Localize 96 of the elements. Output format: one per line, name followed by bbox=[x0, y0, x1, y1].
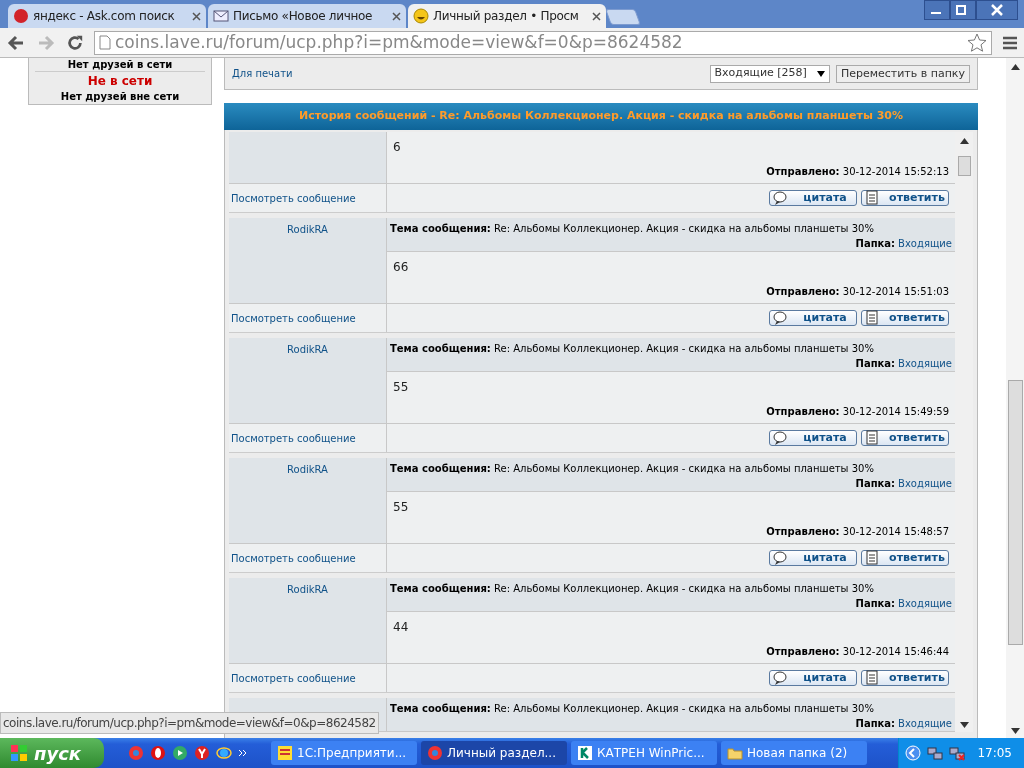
speech-bubble-icon bbox=[772, 190, 788, 206]
taskbar-button[interactable]: Личный раздел... bbox=[421, 741, 567, 765]
folder-label: Папка: bbox=[855, 477, 896, 491]
print-link[interactable]: Для печати bbox=[232, 66, 704, 81]
folder-icon bbox=[727, 745, 743, 761]
folder-label: Папка: bbox=[855, 237, 896, 251]
document-icon bbox=[864, 430, 880, 446]
message-subject: Тема сообщения: Re: Альбомы Коллекционер. Акция - скидка на альбомы планшеты 30% bbox=[390, 702, 875, 716]
scroll-down-icon[interactable] bbox=[959, 722, 969, 728]
message-body: 55 bbox=[393, 379, 410, 396]
reload-icon[interactable] bbox=[66, 33, 84, 52]
taskbar-button[interactable]: Новая папка (2) bbox=[721, 741, 867, 765]
scroll-thumb[interactable] bbox=[1007, 380, 1023, 645]
close-icon[interactable] bbox=[192, 11, 201, 21]
close-icon[interactable] bbox=[392, 11, 401, 21]
author-link[interactable]: RodikRA bbox=[287, 222, 328, 237]
document-icon bbox=[864, 310, 880, 326]
status-bubble: coins.lave.ru/forum/ucp.php?i=pm&mode=view&f=0&p=8624582 bbox=[0, 712, 379, 734]
speech-bubble-icon bbox=[772, 310, 788, 326]
message-body: 6 bbox=[393, 139, 402, 156]
message-subject: Тема сообщения: Re: Альбомы Коллекционер. Акция - скидка на альбомы планшеты 30% bbox=[390, 342, 875, 356]
reply-button[interactable]: ответить bbox=[861, 310, 949, 326]
close-icon[interactable] bbox=[592, 11, 601, 21]
smiley-icon bbox=[413, 8, 429, 24]
reply-button[interactable]: ответить bbox=[861, 430, 949, 446]
taskbar-button[interactable]: 1С:Предприяти... bbox=[271, 741, 417, 765]
site-logo-icon bbox=[13, 8, 29, 24]
scroll-up-icon[interactable] bbox=[1010, 64, 1020, 70]
quote-button[interactable]: цитата bbox=[769, 310, 857, 326]
friends-note: Нет друзей в сети bbox=[67, 58, 173, 71]
app-icon bbox=[277, 745, 293, 761]
reply-button[interactable]: ответить bbox=[861, 190, 949, 206]
move-to-folder-button[interactable]: Переместить в папку bbox=[835, 64, 970, 83]
address-bar[interactable]: coins.lave.ru/forum/ucp.php?i=pm&mode=view&f=0&p=8624582 bbox=[94, 30, 992, 55]
author-link[interactable]: RodikRA bbox=[287, 582, 328, 597]
folder-link[interactable]: Входящие bbox=[898, 716, 952, 731]
speech-bubble-icon bbox=[772, 430, 788, 446]
sent-time: Отправлено: 30-12-2014 15:48:57 bbox=[766, 525, 949, 539]
reply-button[interactable]: ответить bbox=[861, 550, 949, 566]
message-body: 66 bbox=[393, 259, 410, 276]
speech-bubble-icon bbox=[772, 550, 788, 566]
more-chevron-icon[interactable] bbox=[238, 748, 247, 758]
author-link[interactable]: RodikRA bbox=[287, 462, 328, 477]
message-subject: Тема сообщения: Re: Альбомы Коллекционер. Акция - скидка на альбомы планшеты 30% bbox=[390, 222, 875, 236]
scroll-down-icon[interactable] bbox=[1010, 728, 1020, 734]
clock: 17:05 bbox=[976, 745, 1013, 762]
sent-time: Отправлено: 30-12-2014 15:51:03 bbox=[766, 285, 949, 299]
envelope-icon bbox=[213, 8, 229, 24]
browser-tab[interactable]: Письмо «Новое личное bbox=[208, 4, 406, 28]
page-scrollbar[interactable] bbox=[1006, 58, 1024, 738]
message-body: 44 bbox=[393, 619, 410, 636]
reply-button[interactable]: ответить bbox=[861, 670, 949, 686]
folder-label: Папка: bbox=[855, 357, 896, 371]
folder-link[interactable]: Входящие bbox=[898, 356, 952, 371]
sent-time: Отправлено: 30-12-2014 15:46:44 bbox=[766, 645, 949, 659]
quote-button[interactable]: цитата bbox=[769, 190, 857, 206]
network-icon[interactable] bbox=[927, 745, 944, 761]
folder-link[interactable]: Входящие bbox=[898, 476, 952, 491]
quote-button[interactable]: цитата bbox=[769, 430, 857, 446]
friends-note: Нет друзей вне сети bbox=[60, 90, 180, 103]
sent-time: Отправлено: 30-12-2014 15:52:13 bbox=[766, 165, 949, 179]
collapse-tray-icon[interactable] bbox=[905, 745, 922, 761]
browser-tab[interactable]: яндекс - Ask.com поиск bbox=[8, 4, 206, 28]
new-tab-button[interactable] bbox=[605, 9, 641, 25]
folder-select[interactable]: Входящие [258] bbox=[709, 64, 830, 83]
scroll-up-icon[interactable] bbox=[959, 138, 969, 144]
folder-label: Папка: bbox=[855, 717, 896, 731]
inner-scrollbar[interactable] bbox=[955, 132, 973, 732]
document-icon bbox=[864, 670, 880, 686]
address-text: coins.lave.ru/forum/ucp.php?i=pm&mode=view&f=0&p=8624582 bbox=[115, 30, 684, 54]
folder-link[interactable]: Входящие bbox=[898, 596, 952, 611]
author-link[interactable]: RodikRA bbox=[287, 342, 328, 357]
media-player-icon[interactable] bbox=[172, 745, 188, 761]
folder-link[interactable]: Входящие bbox=[898, 236, 952, 251]
history-title-bar: История сообщений - Re: Альбомы Коллекционер. Акция - скидка на альбомы планшеты 30% bbox=[224, 103, 978, 130]
quote-button[interactable]: цитата bbox=[769, 550, 857, 566]
message-body: 55 bbox=[393, 499, 410, 516]
message-subject: Тема сообщения: Re: Альбомы Коллекционер. Акция - скидка на альбомы планшеты 30% bbox=[390, 462, 875, 476]
dropdown-caret-icon bbox=[816, 70, 825, 77]
k-logo-icon bbox=[577, 745, 593, 761]
browser-tab[interactable]: Личный раздел • Просм bbox=[408, 4, 606, 28]
taskbar-button[interactable]: КАТРЕН WinPric... bbox=[571, 741, 717, 765]
network-disconnected-icon[interactable] bbox=[949, 745, 966, 761]
page-icon bbox=[99, 35, 111, 50]
scroll-thumb[interactable] bbox=[957, 156, 971, 176]
document-icon bbox=[864, 190, 880, 206]
sent-time: Отправлено: 30-12-2014 15:49:59 bbox=[766, 405, 949, 419]
menu-icon[interactable] bbox=[1002, 35, 1018, 50]
quote-button[interactable]: цитата bbox=[769, 670, 857, 686]
speech-bubble-icon bbox=[772, 670, 788, 686]
folder-label: Папка: bbox=[855, 597, 896, 611]
windows-logo-icon bbox=[10, 744, 28, 762]
message-subject: Тема сообщения: Re: Альбомы Коллекционер. Акция - скидка на альбомы планшеты 30% bbox=[390, 582, 875, 596]
offline-heading: Не в сети bbox=[35, 71, 205, 90]
star-icon[interactable] bbox=[967, 32, 987, 53]
document-icon bbox=[864, 550, 880, 566]
